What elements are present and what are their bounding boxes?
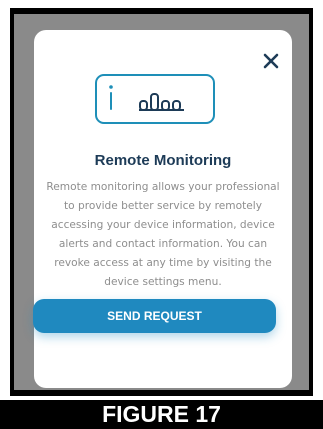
remote-monitoring-dialog: Remote Monitoring Remote monitoring allo…: [34, 30, 292, 388]
modal-backdrop[interactable]: Remote Monitoring Remote monitoring allo…: [14, 14, 309, 390]
dialog-title: Remote Monitoring: [94, 152, 232, 169]
figure-frame: Remote Monitoring Remote monitoring allo…: [0, 0, 323, 429]
device-screen: Remote Monitoring Remote monitoring allo…: [10, 8, 313, 396]
close-button[interactable]: [260, 50, 282, 72]
figure-caption: FIGURE 17: [0, 400, 323, 429]
send-request-button[interactable]: SEND REQUEST: [33, 299, 276, 333]
close-icon: [263, 53, 279, 69]
dialog-description: Remote monitoring allows your profession…: [46, 181, 280, 288]
device-monitor-icon: [95, 74, 215, 124]
